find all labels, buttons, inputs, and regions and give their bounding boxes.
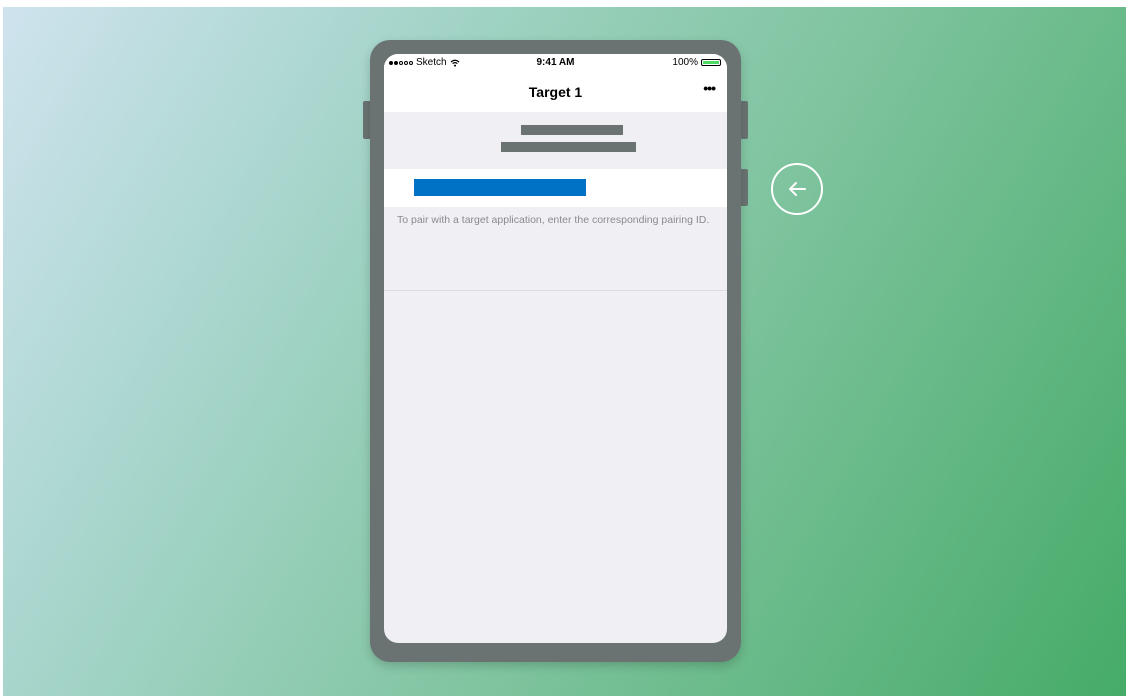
battery-percent: 100% — [672, 57, 698, 68]
phone-side-button-right-top — [740, 101, 748, 139]
back-arrow-icon — [789, 182, 806, 196]
pairing-id-field[interactable] — [414, 179, 586, 196]
placeholder-header-line-1 — [521, 125, 623, 135]
phone-screen: Sketch 9:41 AM 100% Target 1 ••• To pair… — [384, 54, 727, 643]
battery-icon — [701, 59, 721, 66]
section-divider — [384, 290, 727, 291]
more-icon[interactable]: ••• — [703, 80, 716, 96]
status-bar: Sketch 9:41 AM 100% — [384, 54, 727, 72]
phone-side-button-right-bottom — [740, 169, 748, 206]
page-title: Target 1 — [528, 84, 583, 100]
pairing-help-text: To pair with a target application, enter… — [397, 214, 710, 226]
back-button[interactable] — [771, 163, 823, 215]
placeholder-header-line-2 — [501, 142, 636, 152]
status-right: 100% — [672, 57, 721, 68]
pairing-id-row[interactable] — [384, 169, 727, 207]
navigation-bar: Target 1 ••• — [384, 72, 727, 112]
